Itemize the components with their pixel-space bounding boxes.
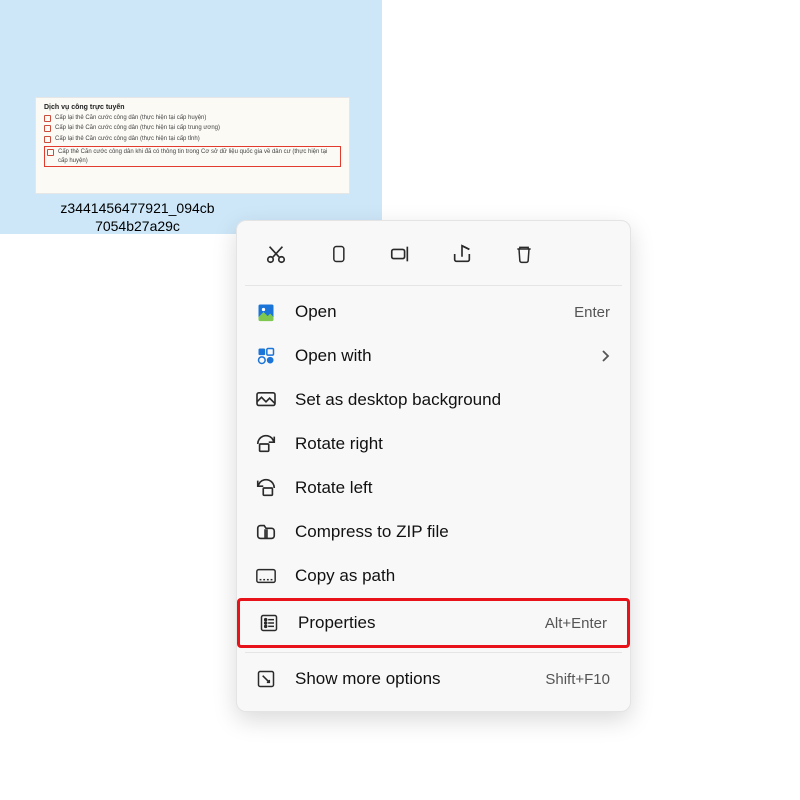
open-with-icon — [253, 345, 279, 367]
properties-icon — [256, 612, 282, 634]
menu-compress[interactable]: Compress to ZIP file — [237, 510, 630, 554]
chevron-right-icon — [600, 349, 610, 363]
rotate-left-icon — [253, 477, 279, 499]
image-icon — [253, 301, 279, 323]
separator — [245, 285, 622, 286]
file-tile[interactable]: Dịch vụ công trực tuyến Cấp lại thẻ Căn … — [0, 0, 382, 234]
separator — [245, 652, 622, 653]
copy-button[interactable] — [321, 237, 355, 271]
thumb-line: Cấp thẻ Căn cước công dân khi đã có thôn… — [44, 146, 341, 167]
menu-rotate-right[interactable]: Rotate right — [237, 422, 630, 466]
rename-button[interactable] — [383, 237, 417, 271]
menu-set-background[interactable]: Set as desktop background — [237, 378, 630, 422]
menu-label: Rotate left — [295, 478, 610, 498]
cut-icon — [265, 243, 287, 265]
menu-open-with[interactable]: Open with — [237, 334, 630, 378]
menu-show-more[interactable]: Show more options Shift+F10 — [237, 657, 630, 701]
thumb-line: Cấp lại thẻ Căn cước công dân (thực hiện… — [44, 135, 341, 143]
rename-icon — [389, 243, 411, 265]
menu-properties[interactable]: Properties Alt+Enter — [237, 598, 630, 648]
file-thumbnail: Dịch vụ công trực tuyến Cấp lại thẻ Căn … — [35, 97, 350, 194]
menu-shortcut: Alt+Enter — [545, 615, 607, 632]
menu-label: Rotate right — [295, 434, 610, 454]
context-menu: Open Enter Open with Set as desktop back… — [236, 220, 631, 712]
menu-open[interactable]: Open Enter — [237, 290, 630, 334]
menu-label: Open with — [295, 346, 584, 366]
thumb-title: Dịch vụ công trực tuyến — [44, 104, 341, 111]
menu-label: Set as desktop background — [295, 390, 610, 410]
menu-copy-path[interactable]: Copy as path — [237, 554, 630, 598]
file-name: z3441456477921_094cb 7054b27a29c — [35, 200, 240, 235]
desktop-background-icon — [253, 389, 279, 411]
cut-button[interactable] — [259, 237, 293, 271]
menu-label: Open — [295, 302, 558, 322]
copy-icon — [328, 243, 348, 265]
thumb-line: Cấp lại thẻ Căn cước công dân (thực hiện… — [44, 124, 341, 132]
delete-icon — [514, 243, 534, 265]
delete-button[interactable] — [507, 237, 541, 271]
menu-shortcut: Shift+F10 — [545, 671, 610, 688]
thumb-line: Cấp lại thẻ Căn cước công dân (thực hiện… — [44, 114, 341, 122]
more-options-icon — [253, 668, 279, 690]
zip-icon — [253, 521, 279, 543]
menu-shortcut: Enter — [574, 304, 610, 321]
menu-label: Copy as path — [295, 566, 610, 586]
menu-label: Compress to ZIP file — [295, 522, 610, 542]
menu-rotate-left[interactable]: Rotate left — [237, 466, 630, 510]
share-button[interactable] — [445, 237, 479, 271]
copy-path-icon — [253, 565, 279, 587]
share-icon — [451, 243, 473, 265]
menu-label: Show more options — [295, 669, 529, 689]
menu-label: Properties — [298, 613, 529, 633]
context-icon-row — [237, 231, 630, 281]
rotate-right-icon — [253, 433, 279, 455]
